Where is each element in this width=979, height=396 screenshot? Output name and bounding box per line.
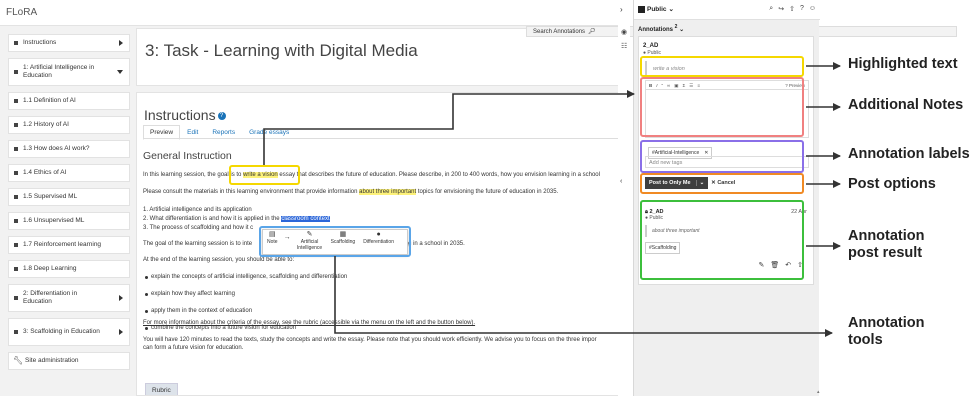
label-post-options: Post options	[848, 176, 936, 192]
connector-arrows	[263, 62, 841, 337]
label-highlighted-text: Highlighted text	[848, 56, 958, 72]
app: FLoRA Instructions 1: Artificial Intelli…	[0, 0, 979, 396]
label-annotation-labels: Annotation labels	[848, 146, 970, 162]
tools-connector	[334, 256, 833, 337]
label-annotation-tools: Annotation tools	[848, 315, 925, 348]
label-annotation-post-result: Annotation post result	[848, 228, 925, 261]
label-additional-notes: Additional Notes	[848, 97, 964, 113]
highlight-connector	[263, 90, 635, 165]
